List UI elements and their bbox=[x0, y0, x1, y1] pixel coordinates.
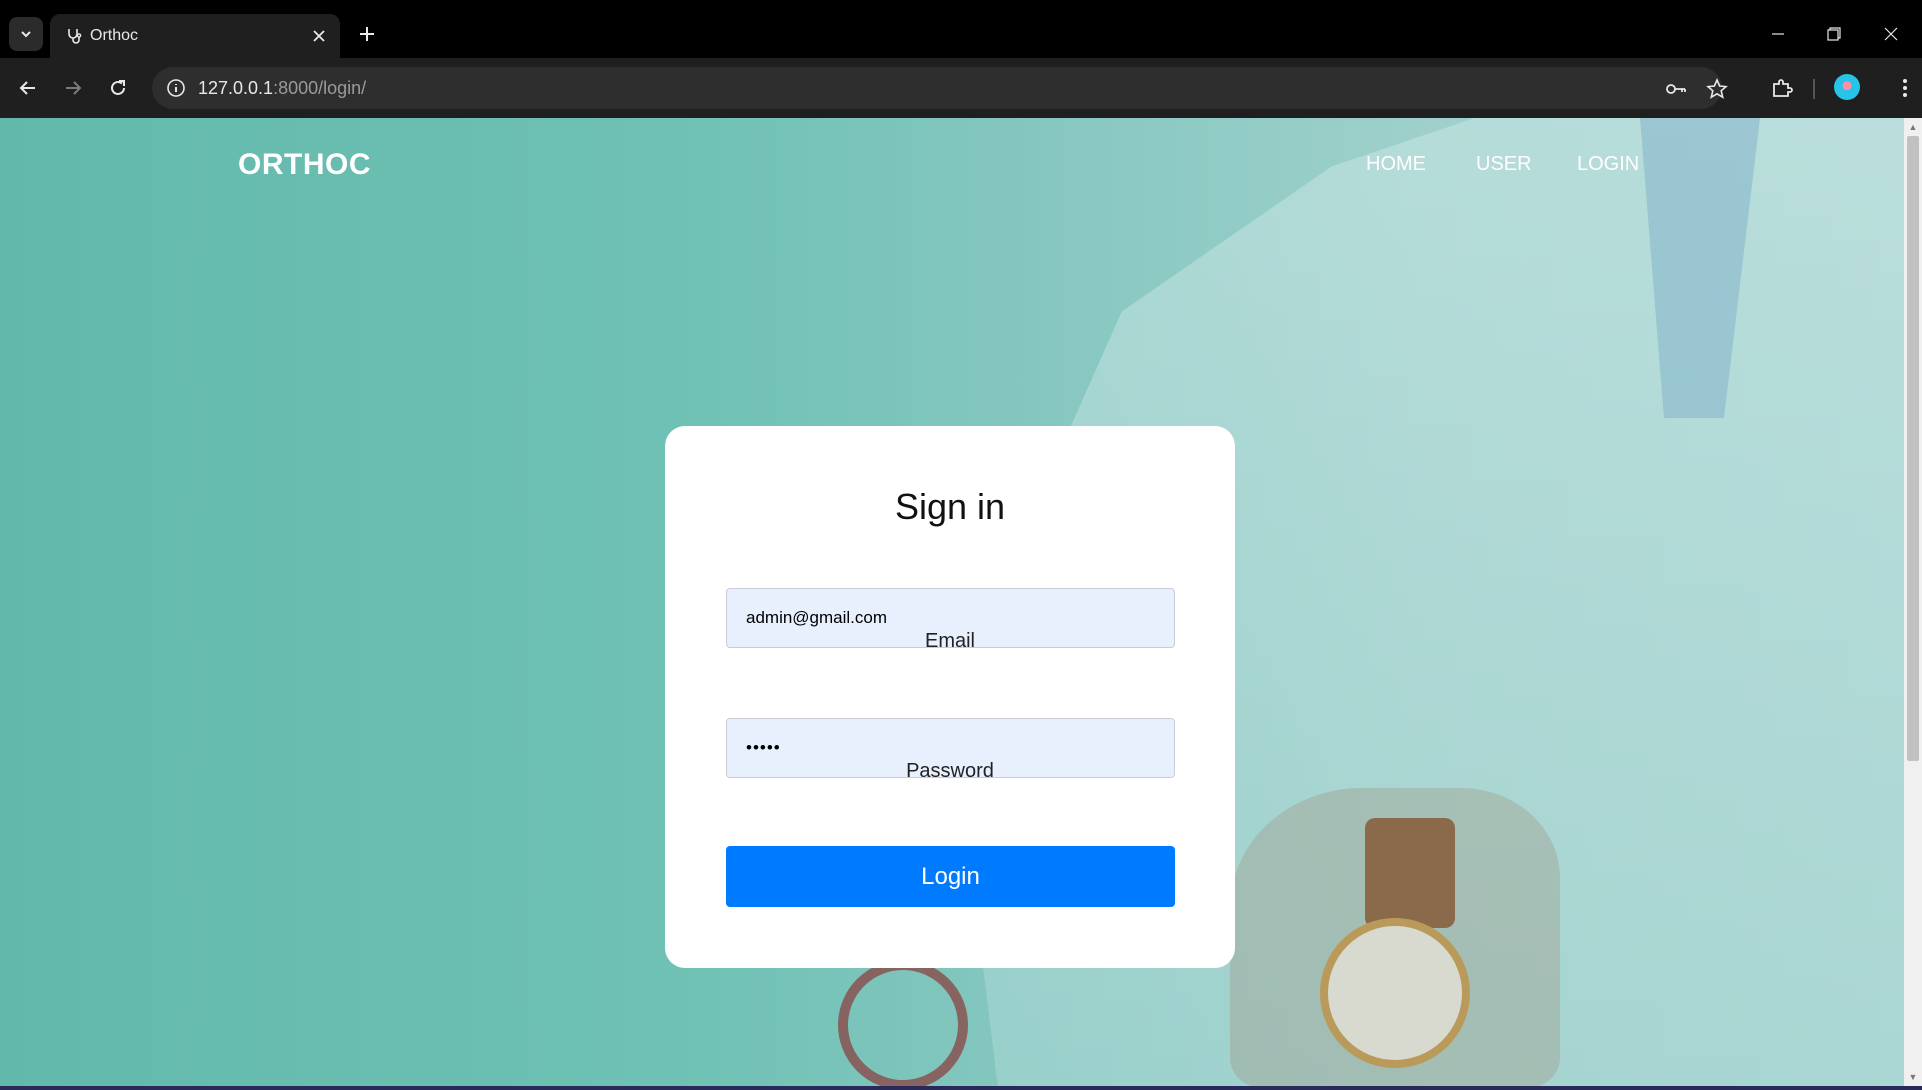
site-navbar: ORTHOC HOME USER LOGIN bbox=[0, 118, 1904, 208]
scrollbar-thumb[interactable] bbox=[1907, 136, 1919, 761]
reload-button[interactable] bbox=[100, 70, 136, 106]
minimize-button[interactable] bbox=[1758, 14, 1798, 54]
minimize-icon bbox=[1772, 33, 1784, 35]
toolbar-divider bbox=[1813, 79, 1815, 99]
address-bar[interactable]: 127.0.0.1:8000/login/ bbox=[152, 67, 1728, 109]
browser-tab[interactable]: Orthoc bbox=[50, 14, 340, 58]
password-key-button[interactable] bbox=[1664, 77, 1688, 101]
browser-toolbar: 127.0.0.1:8000/login/ bbox=[0, 58, 1922, 118]
tab-title: Orthoc bbox=[90, 27, 139, 44]
chevron-down-icon bbox=[21, 31, 31, 38]
extensions-button[interactable] bbox=[1766, 72, 1798, 104]
url-path: :8000/login/ bbox=[273, 78, 367, 98]
scroll-up-arrow-icon[interactable]: ▲ bbox=[1908, 122, 1918, 132]
background-image-watch bbox=[1320, 918, 1470, 1068]
login-button[interactable]: Login bbox=[726, 846, 1175, 907]
url-text: 127.0.0.1:8000/login/ bbox=[198, 78, 366, 99]
nav-home-link[interactable]: HOME bbox=[1366, 153, 1426, 176]
browser-tab-bar: Orthoc bbox=[0, 0, 1922, 58]
star-icon bbox=[1706, 78, 1728, 99]
scroll-down-arrow-icon[interactable]: ▼ bbox=[1908, 1072, 1918, 1082]
bookmark-button[interactable] bbox=[1705, 77, 1729, 101]
key-icon bbox=[1666, 84, 1686, 94]
window-bottom-border bbox=[0, 1086, 1922, 1090]
arrow-right-icon bbox=[66, 81, 82, 95]
restore-icon bbox=[1827, 27, 1841, 41]
new-tab-button[interactable] bbox=[352, 19, 382, 49]
page-viewport: ORTHOC HOME USER LOGIN Sign in Email Pas… bbox=[0, 118, 1904, 1086]
more-vertical-icon bbox=[1903, 79, 1907, 97]
info-icon[interactable] bbox=[166, 78, 186, 98]
menu-button[interactable] bbox=[1889, 72, 1921, 104]
reload-icon bbox=[111, 80, 125, 95]
restore-button[interactable] bbox=[1814, 14, 1854, 54]
puzzle-icon bbox=[1773, 79, 1793, 97]
stethoscope-icon bbox=[68, 29, 82, 44]
background-image-watch-strap bbox=[1365, 818, 1455, 928]
page-scrollbar[interactable]: ▲ ▼ bbox=[1904, 118, 1922, 1086]
back-button[interactable] bbox=[10, 70, 46, 106]
email-label: Email bbox=[924, 630, 975, 652]
url-host: 127.0.0.1 bbox=[198, 78, 274, 98]
profile-avatar[interactable] bbox=[1834, 74, 1860, 100]
close-icon bbox=[313, 30, 325, 42]
nav-user-link[interactable]: USER bbox=[1476, 153, 1532, 176]
arrow-left-icon bbox=[19, 81, 35, 95]
password-label: Password bbox=[906, 760, 994, 782]
page-title: Sign in bbox=[894, 486, 1006, 527]
tab-close-button[interactable] bbox=[308, 25, 330, 47]
background-image-stethoscope bbox=[838, 960, 968, 1086]
close-icon bbox=[1884, 27, 1898, 41]
forward-button[interactable] bbox=[55, 70, 91, 106]
tab-search-button[interactable] bbox=[9, 17, 43, 51]
brand-logo[interactable]: ORTHOC bbox=[238, 148, 371, 182]
login-card: Sign in Email Password Login bbox=[665, 426, 1235, 968]
plus-icon bbox=[360, 27, 374, 41]
nav-login-link[interactable]: LOGIN bbox=[1577, 153, 1639, 176]
close-window-button[interactable] bbox=[1871, 14, 1911, 54]
